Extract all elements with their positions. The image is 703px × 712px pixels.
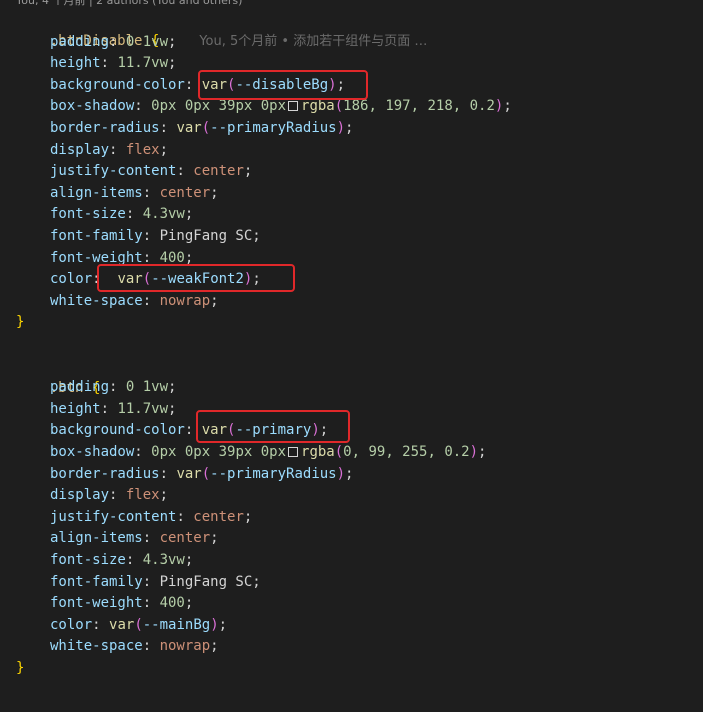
code-editor[interactable]: You, 4 个月前 | 2 authors (You and others) … [0, 0, 703, 712]
decl-border-radius: border-radius: var(--primaryRadius); [50, 466, 354, 482]
color-swatch[interactable] [288, 447, 299, 457]
highlight-box-primary [196, 410, 350, 443]
decl-font-family: font-family: PingFang SC; [50, 574, 261, 590]
highlight-box-disable-bg [198, 70, 368, 100]
selector-line: .btnDisable {You, 5个月前 • 添加若干组件与页面 … [16, 9, 428, 49]
decl-box-shadow: box-shadow: 0px 0px 39px 0px rgba(0, 99, … [50, 444, 487, 460]
git-blame-annotation: You, 5个月前 • 添加若干组件与页面 … [199, 33, 428, 49]
decl-height: height: 11.7vw; [50, 401, 177, 417]
selector-line: .btn { [16, 356, 101, 396]
codelens-authors[interactable]: You, 4 个月前 | 2 authors (You and others) [16, 0, 242, 8]
decl-color: color: var(--mainBg); [50, 617, 228, 633]
highlight-box-weak-font [97, 264, 295, 292]
decl-justify-content: justify-content: center; [50, 509, 253, 525]
decl-display: display: flex; [50, 142, 169, 158]
decl-height: height: 11.7vw; [50, 55, 177, 71]
decl-font-size: font-size: 4.3vw; [50, 552, 194, 568]
close-brace: } [16, 314, 25, 330]
decl-border-radius: border-radius: var(--primaryRadius); [50, 120, 354, 136]
decl-display: display: flex; [50, 487, 169, 503]
decl-white-space: white-space: nowrap; [50, 638, 219, 654]
decl-font-weight: font-weight: 400; [50, 595, 194, 611]
decl-white-space: white-space: nowrap; [50, 293, 219, 309]
color-swatch[interactable] [288, 101, 299, 111]
decl-justify-content: justify-content: center; [50, 163, 253, 179]
decl-font-family: font-family: PingFang SC; [50, 228, 261, 244]
decl-padding: padding: 0 1vw; [50, 379, 177, 395]
decl-padding: padding: 0 1vw; [50, 34, 177, 50]
close-brace: } [16, 660, 25, 676]
decl-align-items: align-items: center; [50, 185, 219, 201]
decl-align-items: align-items: center; [50, 530, 219, 546]
decl-font-size: font-size: 4.3vw; [50, 206, 194, 222]
